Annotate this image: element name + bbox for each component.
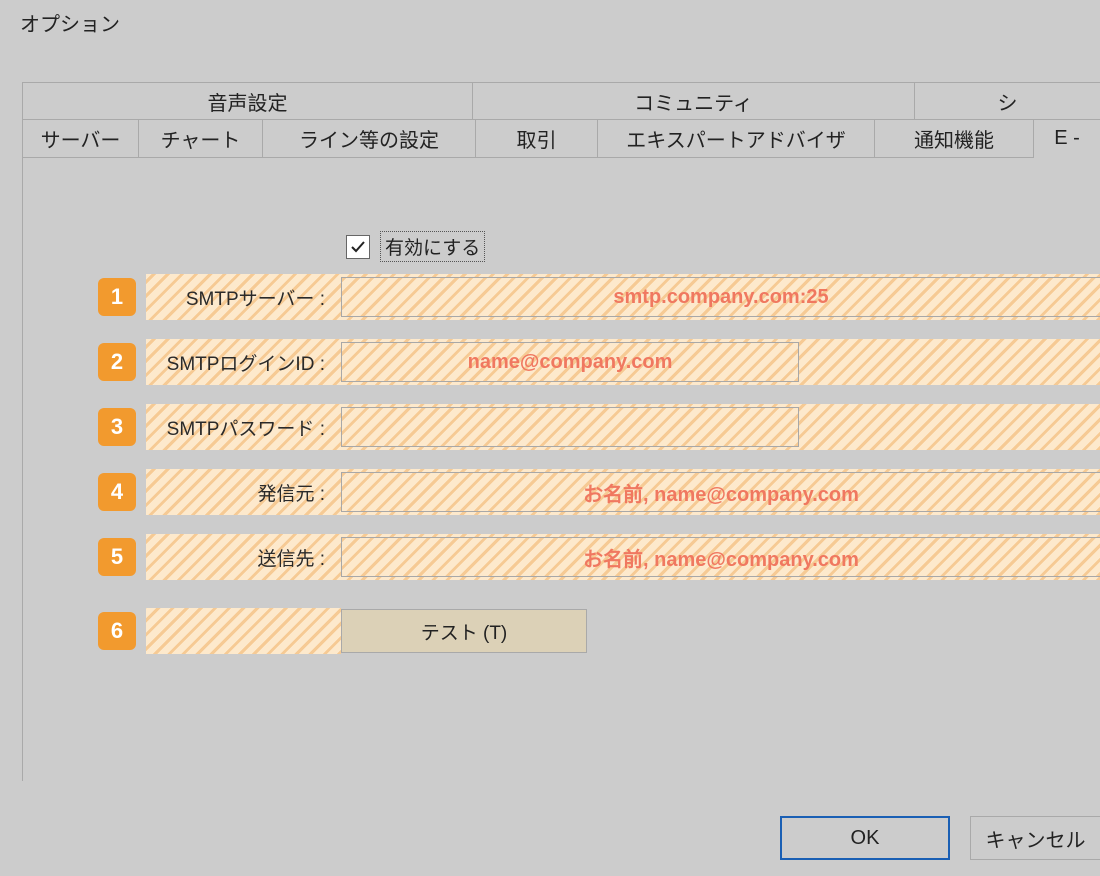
tab-content: 有効にする 1 SMTPサーバー : smtp.company.com:25 2… (23, 157, 1100, 781)
tabs-top-row: 音声設定 コミュニティ シ (23, 83, 1100, 120)
tab-expert-advisor[interactable]: エキスパートアドバイザ (598, 120, 875, 157)
input-smtp-login[interactable]: name@company.com (341, 342, 799, 382)
ok-button[interactable]: OK (780, 816, 950, 860)
options-dialog: オプション 音声設定 コミュニティ シ サーバー チャート ライン等の設定 取引… (0, 0, 1100, 876)
tab-community[interactable]: コミュニティ (473, 83, 915, 119)
input-smtp-password[interactable] (341, 407, 799, 447)
badge-3: 3 (98, 408, 136, 446)
enable-label: 有効にする (380, 231, 485, 262)
enable-row: 有効にする (346, 231, 485, 262)
row-smtp-server: 1 SMTPサーバー : smtp.company.com:25 (98, 274, 1100, 320)
label-smtp-server: SMTPサーバー : (146, 274, 341, 320)
tab-server[interactable]: サーバー (23, 120, 139, 157)
tab-email[interactable]: E - (1034, 120, 1100, 157)
tab-chart[interactable]: チャート (139, 120, 263, 157)
input-to[interactable]: お名前, name@company.com (341, 537, 1100, 577)
dialog-button-bar: OK キャンセル (0, 816, 1100, 864)
tabs-bottom-row: サーバー チャート ライン等の設定 取引 エキスパートアドバイザ 通知機能 E … (23, 120, 1100, 157)
tab-sound-settings[interactable]: 音声設定 (23, 83, 473, 119)
input-smtp-server[interactable]: smtp.company.com:25 (341, 277, 1100, 317)
row-test: 6 テスト (T) (98, 608, 1100, 654)
cancel-button[interactable]: キャンセル (970, 816, 1100, 860)
tab-line-settings[interactable]: ライン等の設定 (263, 120, 476, 157)
row-smtp-login: 2 SMTPログインID : name@company.com (98, 339, 1100, 385)
label-from: 発信元 : (146, 469, 341, 515)
tab-panel: 音声設定 コミュニティ シ サーバー チャート ライン等の設定 取引 エキスパー… (22, 82, 1100, 781)
row-to: 5 送信先 : お名前, name@company.com (98, 534, 1100, 580)
label-smtp-login: SMTPログインID : (146, 339, 341, 385)
form-rows: 1 SMTPサーバー : smtp.company.com:25 2 SMTPロ… (98, 274, 1100, 673)
tab-right-truncated[interactable]: シ (915, 83, 1100, 119)
badge-2: 2 (98, 343, 136, 381)
badge-4: 4 (98, 473, 136, 511)
badge-6: 6 (98, 612, 136, 650)
tab-notifications[interactable]: 通知機能 (875, 120, 1034, 157)
input-from[interactable]: お名前, name@company.com (341, 472, 1100, 512)
tab-trade[interactable]: 取引 (476, 120, 598, 157)
enable-checkbox[interactable] (346, 235, 370, 259)
label-test-empty (146, 608, 341, 654)
dialog-title: オプション (0, 0, 1100, 51)
row-smtp-password: 3 SMTPパスワード : (98, 404, 1100, 450)
label-smtp-password: SMTPパスワード : (146, 404, 341, 450)
test-button[interactable]: テスト (T) (341, 609, 587, 653)
check-icon (350, 239, 366, 255)
badge-5: 5 (98, 538, 136, 576)
label-to: 送信先 : (146, 534, 341, 580)
row-from: 4 発信元 : お名前, name@company.com (98, 469, 1100, 515)
badge-1: 1 (98, 278, 136, 316)
